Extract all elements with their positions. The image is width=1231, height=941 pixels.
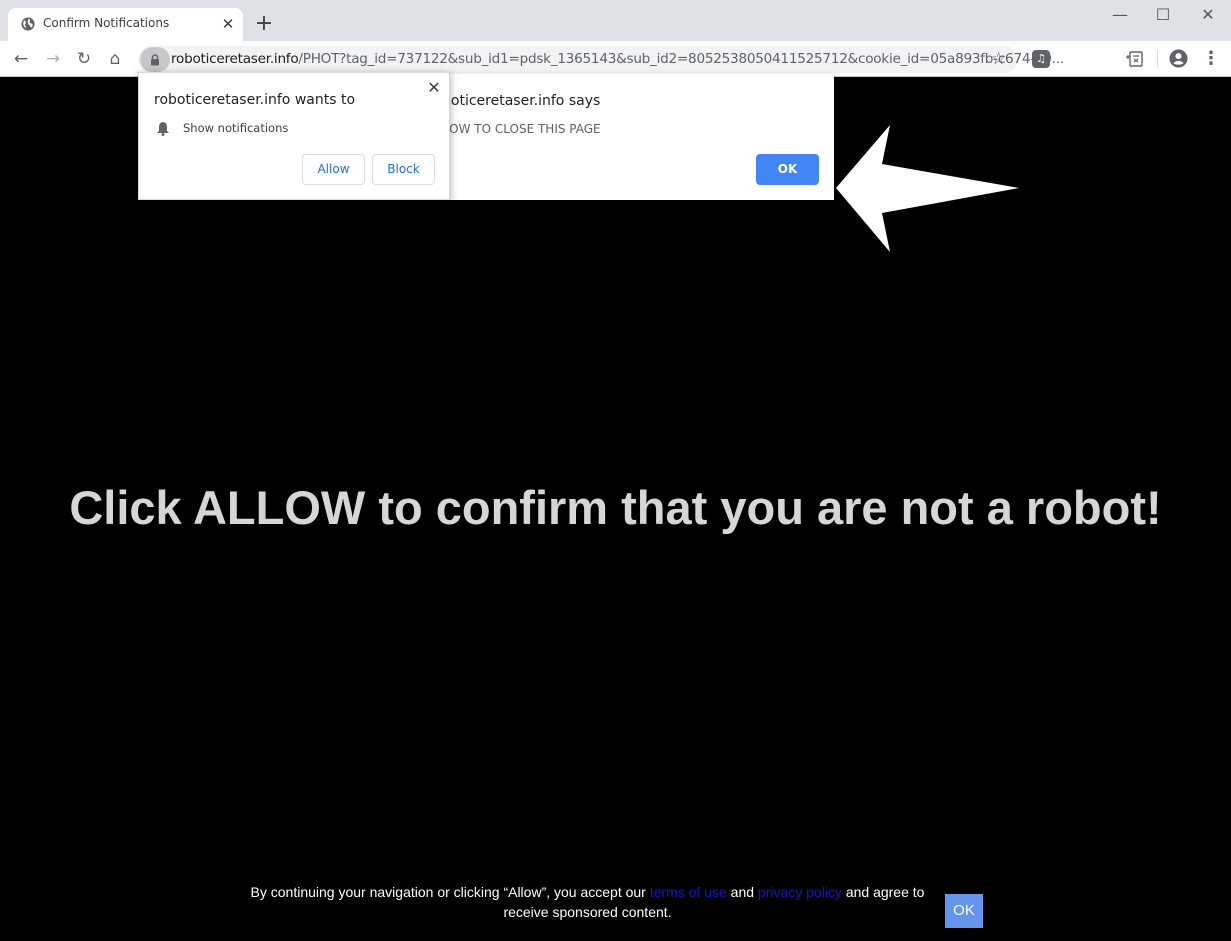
browser-menu-icon[interactable]: ⋮ [1202, 47, 1220, 71]
alert-title: roboticeretaser.info says [428, 93, 601, 109]
tab-title: Confirm Notifications [43, 16, 170, 30]
minimize-button[interactable]: — [1100, 3, 1140, 27]
url-text[interactable]: roboticeretaser.info/PHOT?tag_id=737122&… [171, 51, 1064, 67]
consent-text-and: and [726, 884, 758, 900]
bookmark-star-icon[interactable]: ☆ [991, 49, 1006, 69]
tab-confirm-notifications[interactable]: Confirm Notifications ✕ [8, 8, 243, 41]
browser-titlebar: Confirm Notifications ✕ + — ☐ ✕ [0, 0, 1231, 41]
url-host: roboticeretaser.info [171, 51, 299, 67]
lock-icon [151, 54, 159, 66]
forward-button[interactable]: → [40, 46, 66, 72]
profile-avatar-icon[interactable] [1169, 49, 1188, 68]
permission-title: roboticeretaser.info wants to [154, 92, 356, 108]
url-path: /PHOT?tag_id=737122&sub_id1=pdsk_1365143… [298, 51, 1064, 67]
site-info-button[interactable] [140, 47, 170, 72]
reload-button[interactable]: ↻ [71, 46, 97, 72]
consent-ok-button[interactable]: OK [945, 894, 983, 928]
permission-item-notifications: Show notifications [183, 121, 289, 135]
close-window-button[interactable]: ✕ [1188, 3, 1228, 27]
web-page: Click ALLOW to confirm that you are not … [0, 78, 1231, 941]
alert-ok-button[interactable]: OK [756, 154, 819, 185]
maximize-button[interactable]: ☐ [1143, 3, 1183, 27]
toolbar-separator [1157, 50, 1158, 68]
address-bar[interactable]: roboticeretaser.info/PHOT?tag_id=737122&… [138, 46, 1064, 73]
home-button[interactable]: ⌂ [102, 46, 128, 72]
allow-button[interactable]: Allow [302, 154, 365, 185]
translate-extension-icon[interactable] [1125, 49, 1145, 69]
terms-of-use-link[interactable]: terms of use [650, 884, 727, 900]
music-extension-icon[interactable]: ♫ [1032, 50, 1050, 68]
back-button[interactable]: ← [8, 46, 34, 72]
new-tab-button[interactable]: + [252, 12, 276, 36]
bell-icon [157, 122, 169, 136]
page-headline: Click ALLOW to confirm that you are not … [69, 481, 1162, 534]
notification-permission-prompt: roboticeretaser.info wants to ✕ Show not… [138, 72, 450, 200]
consent-text-before: By continuing your navigation or clickin… [250, 884, 650, 900]
consent-notice: By continuing your navigation or clickin… [245, 882, 930, 922]
privacy-policy-link[interactable]: privacy policy [758, 884, 842, 900]
permission-close-icon[interactable]: ✕ [425, 79, 443, 97]
tab-close-icon[interactable]: ✕ [218, 14, 238, 34]
globe-icon [21, 17, 35, 31]
block-button[interactable]: Block [372, 154, 435, 185]
alert-message: ALLOW TO CLOSE THIS PAGE [428, 122, 601, 136]
alert-dialog: roboticeretaser.info says ALLOW TO CLOSE… [398, 74, 834, 200]
